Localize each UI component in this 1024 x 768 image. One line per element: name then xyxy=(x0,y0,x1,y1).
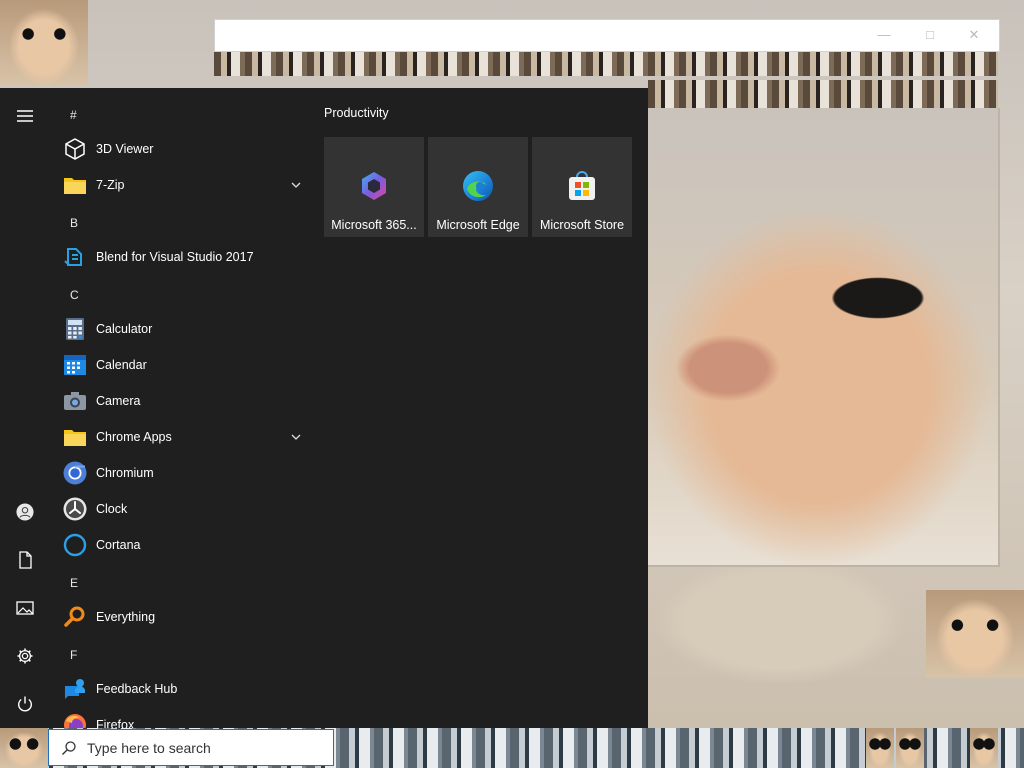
start-rail xyxy=(0,88,50,728)
tile-label: Microsoft Store xyxy=(539,218,625,232)
settings-icon[interactable] xyxy=(0,636,50,676)
chevron-down-icon[interactable] xyxy=(290,431,302,443)
folder-icon xyxy=(63,425,87,449)
power-icon[interactable] xyxy=(0,684,50,724)
wallpaper-cat-thumbnail xyxy=(926,590,1024,678)
taskbar-search-box[interactable] xyxy=(48,729,334,766)
tile-label: Microsoft Edge xyxy=(436,218,520,232)
taskbar-cat-thumbnail xyxy=(0,728,48,768)
app-label: Calendar xyxy=(96,358,147,372)
cortana-icon xyxy=(63,533,87,557)
document-icon[interactable] xyxy=(0,540,50,580)
tile-microsoft-365[interactable]: Microsoft 365... xyxy=(324,137,424,237)
app-label: Feedback Hub xyxy=(96,682,178,696)
app-label: Chrome Apps xyxy=(96,430,172,444)
start-menu: # 3D Viewer 7-Zip B Blend for Visual Stu… xyxy=(0,88,648,728)
pictures-icon[interactable] xyxy=(0,588,50,628)
clock-icon xyxy=(63,497,87,521)
app-label: Blend for Visual Studio 2017 xyxy=(96,250,254,264)
folder-icon xyxy=(63,173,87,197)
glitch-strip xyxy=(214,50,998,76)
photo-viewer-image xyxy=(648,108,1000,567)
close-icon[interactable]: ✕ xyxy=(959,26,989,44)
feedback-icon xyxy=(63,677,87,701)
chromium-icon xyxy=(63,461,87,485)
app-label: Cortana xyxy=(96,538,141,552)
letter-header-f[interactable]: F xyxy=(70,637,77,673)
letter-header-c[interactable]: C xyxy=(70,277,79,313)
app-label: Clock xyxy=(96,502,128,516)
letter-header-e[interactable]: E xyxy=(70,565,78,601)
letter-header-hash[interactable]: # xyxy=(70,97,77,133)
app-label: Chromium xyxy=(96,466,154,480)
magnifier-icon xyxy=(63,605,87,629)
minimize-icon[interactable]: — xyxy=(869,26,899,44)
search-icon xyxy=(62,740,76,755)
app-3d-viewer[interactable]: 3D Viewer xyxy=(60,131,310,167)
calendar-icon xyxy=(63,353,87,377)
store-icon xyxy=(565,169,599,203)
maximize-icon[interactable]: □ xyxy=(915,26,945,44)
app-label: 3D Viewer xyxy=(96,142,154,156)
tile-label: Microsoft 365... xyxy=(331,218,417,232)
app-label: 7-Zip xyxy=(96,178,125,192)
app-chrome-apps-folder[interactable]: Chrome Apps xyxy=(60,419,310,455)
tile-microsoft-edge[interactable]: Microsoft Edge xyxy=(428,137,528,237)
app-label: Everything xyxy=(96,610,156,624)
app-blend-for-visual-studio[interactable]: Blend for Visual Studio 2017 xyxy=(60,239,310,275)
app-clock[interactable]: Clock xyxy=(60,491,310,527)
app-everything[interactable]: Everything xyxy=(60,599,310,635)
app-camera[interactable]: Camera xyxy=(60,383,310,419)
camera-icon xyxy=(63,389,87,413)
firefox-icon xyxy=(63,713,87,728)
hamburger-icon[interactable] xyxy=(0,96,50,136)
app-calendar[interactable]: Calendar xyxy=(60,347,310,383)
app-calculator[interactable]: Calculator xyxy=(60,311,310,347)
microsoft-365-icon xyxy=(357,169,391,203)
wallpaper-cat-thumbnail xyxy=(0,0,88,85)
taskbar-app-thumbnail[interactable] xyxy=(866,728,894,768)
app-label: Camera xyxy=(96,394,141,408)
app-feedback-hub[interactable]: Feedback Hub xyxy=(60,671,310,707)
taskbar-app-thumbnail[interactable] xyxy=(970,728,998,768)
tile-group-title[interactable]: Productivity xyxy=(324,106,389,120)
glitch-strip xyxy=(648,80,998,108)
app-label: Calculator xyxy=(96,322,153,336)
background-window-titlebar[interactable]: — □ ✕ xyxy=(214,19,1000,52)
app-chromium[interactable]: Chromium xyxy=(60,455,310,491)
chevron-down-icon[interactable] xyxy=(290,179,302,191)
blend-icon xyxy=(63,245,87,269)
app-7-zip-folder[interactable]: 7-Zip xyxy=(60,167,310,203)
user-icon[interactable] xyxy=(0,492,50,532)
search-input[interactable] xyxy=(85,738,309,757)
app-firefox[interactable]: Firefox xyxy=(60,707,310,728)
calculator-icon xyxy=(63,317,87,341)
app-list[interactable]: # 3D Viewer 7-Zip B Blend for Visual Stu… xyxy=(50,88,310,728)
cube-icon xyxy=(63,137,87,161)
tile-microsoft-store[interactable]: Microsoft Store xyxy=(532,137,632,237)
taskbar xyxy=(0,728,1024,768)
letter-header-b[interactable]: B xyxy=(70,205,78,241)
edge-icon xyxy=(461,169,495,203)
app-cortana[interactable]: Cortana xyxy=(60,527,310,563)
taskbar-app-thumbnail[interactable] xyxy=(896,728,924,768)
app-label: Firefox xyxy=(96,718,135,728)
